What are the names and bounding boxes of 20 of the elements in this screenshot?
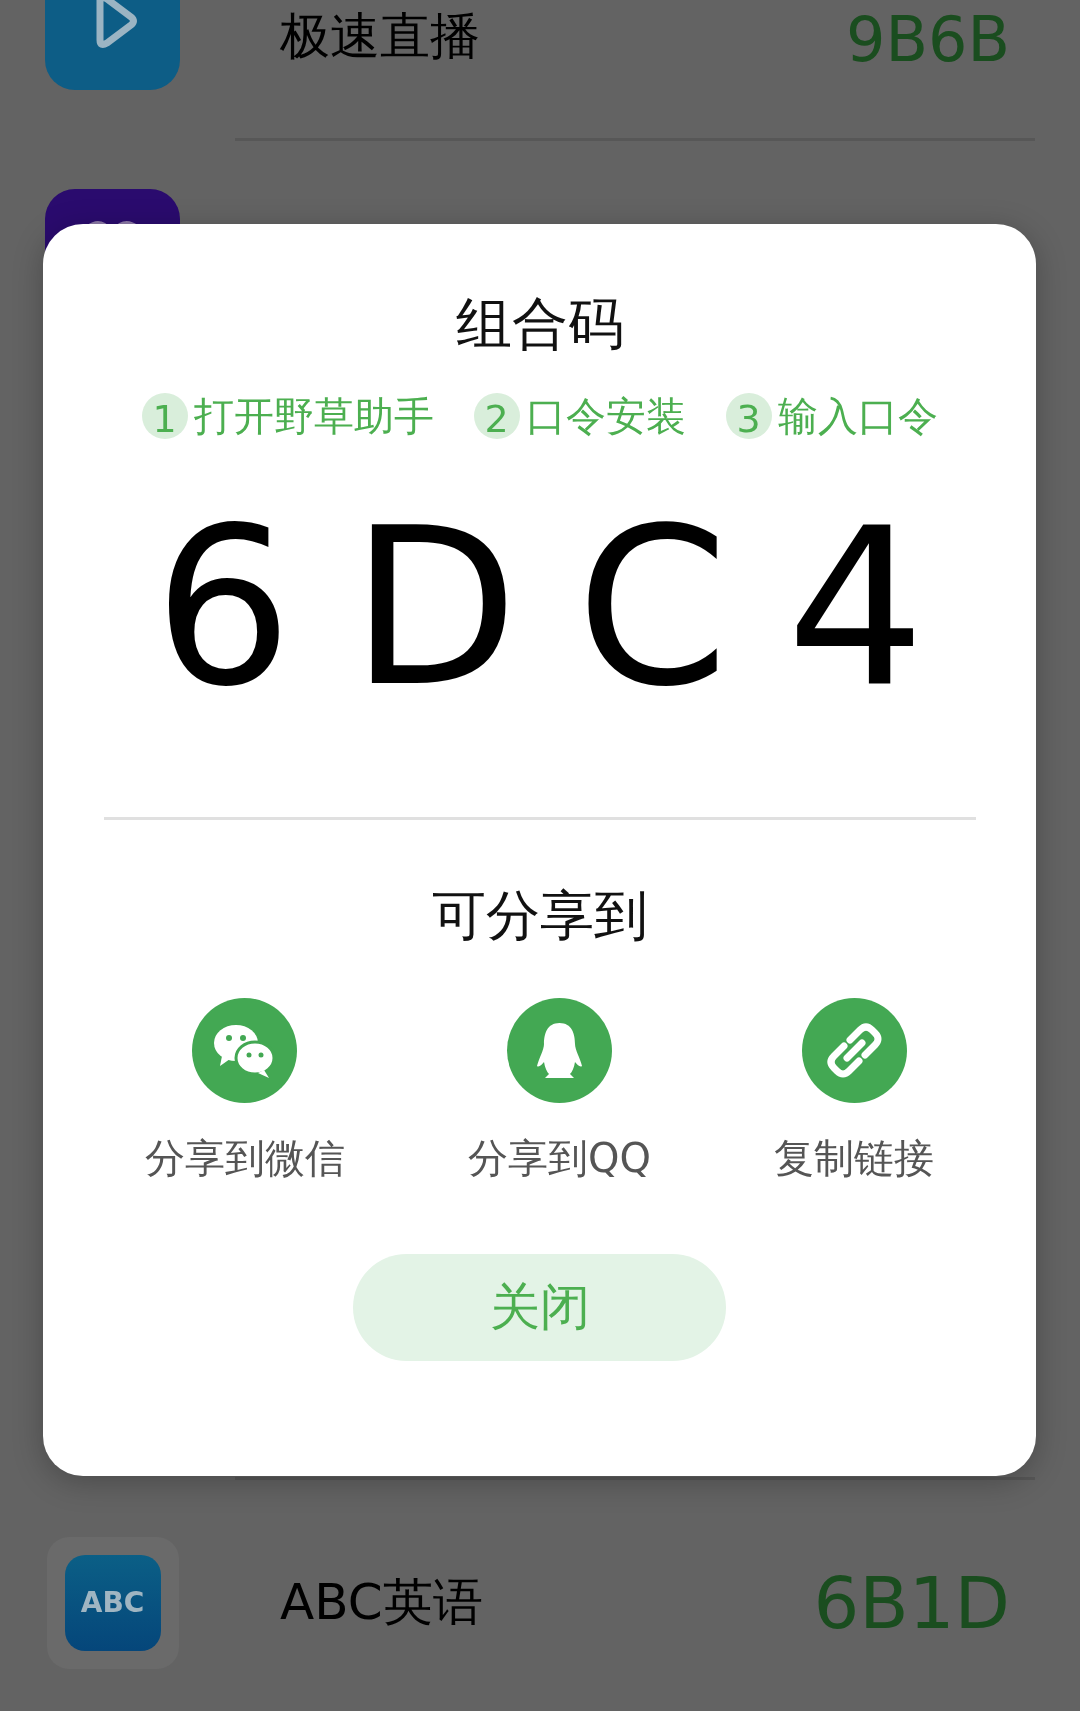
penguin-icon: [507, 997, 612, 1103]
abc-app-icon[interactable]: ABC: [64, 1554, 161, 1651]
app-name: 极速直播: [280, 6, 481, 67]
share-title: 可分享到: [431, 882, 648, 949]
share-option-button[interactable]: 复制链接: [774, 997, 935, 1186]
share-option-button[interactable]: 分享到QQ: [468, 997, 651, 1186]
combo-code: 6DC4: [152, 498, 984, 717]
step-number: 3: [725, 393, 772, 440]
chat-bubbles-icon: [192, 997, 298, 1103]
dialog-title: 组合码: [455, 290, 624, 358]
step-number: 2: [473, 393, 520, 440]
app-code: 6B1D: [813, 1560, 1010, 1645]
step-label: 输入口令: [777, 391, 938, 441]
step-number: 1: [141, 393, 188, 440]
app-name: ABC英语: [280, 1572, 484, 1633]
link-icon: [801, 997, 907, 1103]
share-option-button[interactable]: 分享到微信: [144, 997, 345, 1186]
app-code: 9B6B: [846, 3, 1010, 76]
step-label: 口令安装: [525, 391, 686, 441]
step-label: 打开野草助手: [193, 391, 434, 441]
